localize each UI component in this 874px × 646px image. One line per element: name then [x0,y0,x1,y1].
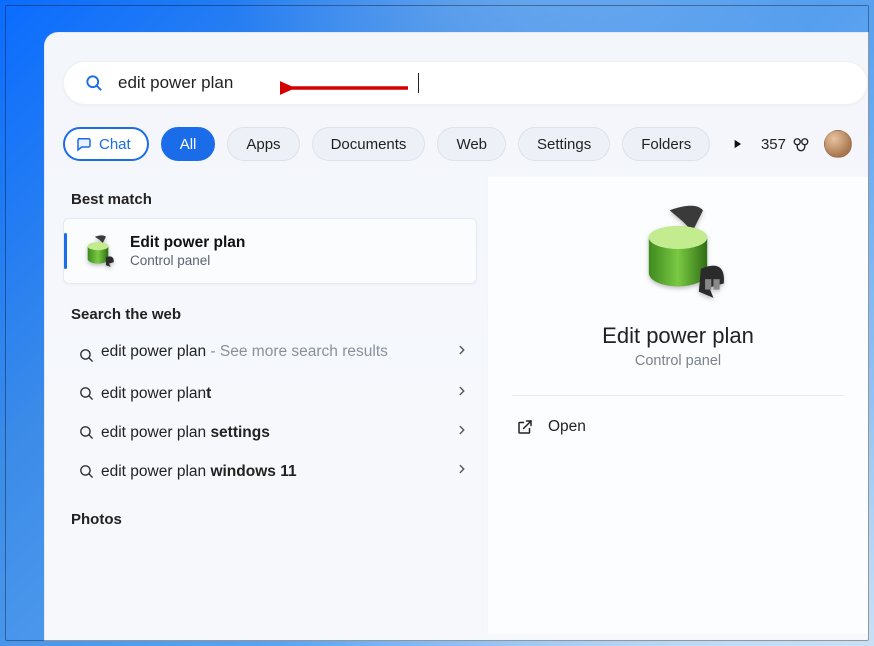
search-icon [71,424,101,441]
chevron-right-icon [455,462,469,481]
web-result-1[interactable]: edit power plant [63,374,477,413]
filter-all[interactable]: All [161,127,216,161]
filter-settings-label: Settings [537,136,591,153]
rewards-icon [792,135,810,153]
section-best-match: Best match [71,191,477,208]
rewards-points[interactable]: 357 [761,135,810,153]
results-left-column: Best match Edit po [45,177,477,634]
filter-web-label: Web [456,136,487,153]
filter-documents[interactable]: Documents [312,127,426,161]
web-result-2[interactable]: edit power plan settings [63,413,477,452]
more-filters-button[interactable] [728,135,746,153]
filter-folders[interactable]: Folders [622,127,710,161]
chevron-right-icon [455,423,469,442]
windows-search-panel: edit power plan Chat All Apps Documents … [44,32,869,641]
search-icon [84,73,104,93]
preview-pane: Edit power plan Control panel Open [487,177,868,634]
preview-icon [488,195,868,305]
rewards-points-value: 357 [761,136,786,153]
open-icon [516,418,534,436]
filter-chat-label: Chat [99,136,131,153]
filter-row: Chat All Apps Documents Web Settings Fol… [63,127,868,161]
text-caret [418,73,419,93]
filter-apps[interactable]: Apps [227,127,299,161]
web-result-label: edit power plant [101,385,455,403]
results-content: Best match Edit po [45,177,868,634]
annotation-arrow [280,73,410,103]
web-result-label: edit power plan settings [101,424,455,442]
open-action[interactable]: Open [488,396,868,458]
selection-accent [64,233,67,269]
chevron-right-icon [455,343,469,362]
web-results-list: edit power plan - See more search result… [63,333,477,491]
filter-web[interactable]: Web [437,127,506,161]
search-icon [71,347,101,364]
section-photos: Photos [71,511,477,528]
web-result-0[interactable]: edit power plan - See more search result… [63,333,477,374]
filter-settings[interactable]: Settings [518,127,610,161]
search-bar[interactable]: edit power plan [63,61,868,105]
preview-title: Edit power plan [488,323,868,349]
web-result-label: edit power plan - See more search result… [101,343,455,361]
user-avatar[interactable] [824,130,852,158]
filter-folders-label: Folders [641,136,691,153]
best-match-subtitle: Control panel [130,253,245,268]
search-icon [71,385,101,402]
best-match-result[interactable]: Edit power plan Control panel [63,218,477,284]
filter-documents-label: Documents [331,136,407,153]
open-label: Open [548,418,586,436]
power-plan-icon [78,231,118,271]
search-icon [71,463,101,480]
bing-chat-icon [75,135,93,153]
preview-subtitle: Control panel [488,353,868,369]
chevron-right-icon [455,384,469,403]
web-result-3[interactable]: edit power plan windows 11 [63,452,477,491]
section-search-web: Search the web [71,306,477,323]
web-result-label: edit power plan windows 11 [101,463,455,481]
filter-chat[interactable]: Chat [63,127,149,161]
best-match-title: Edit power plan [130,234,245,252]
filter-apps-label: Apps [246,136,280,153]
filter-all-label: All [180,136,197,153]
